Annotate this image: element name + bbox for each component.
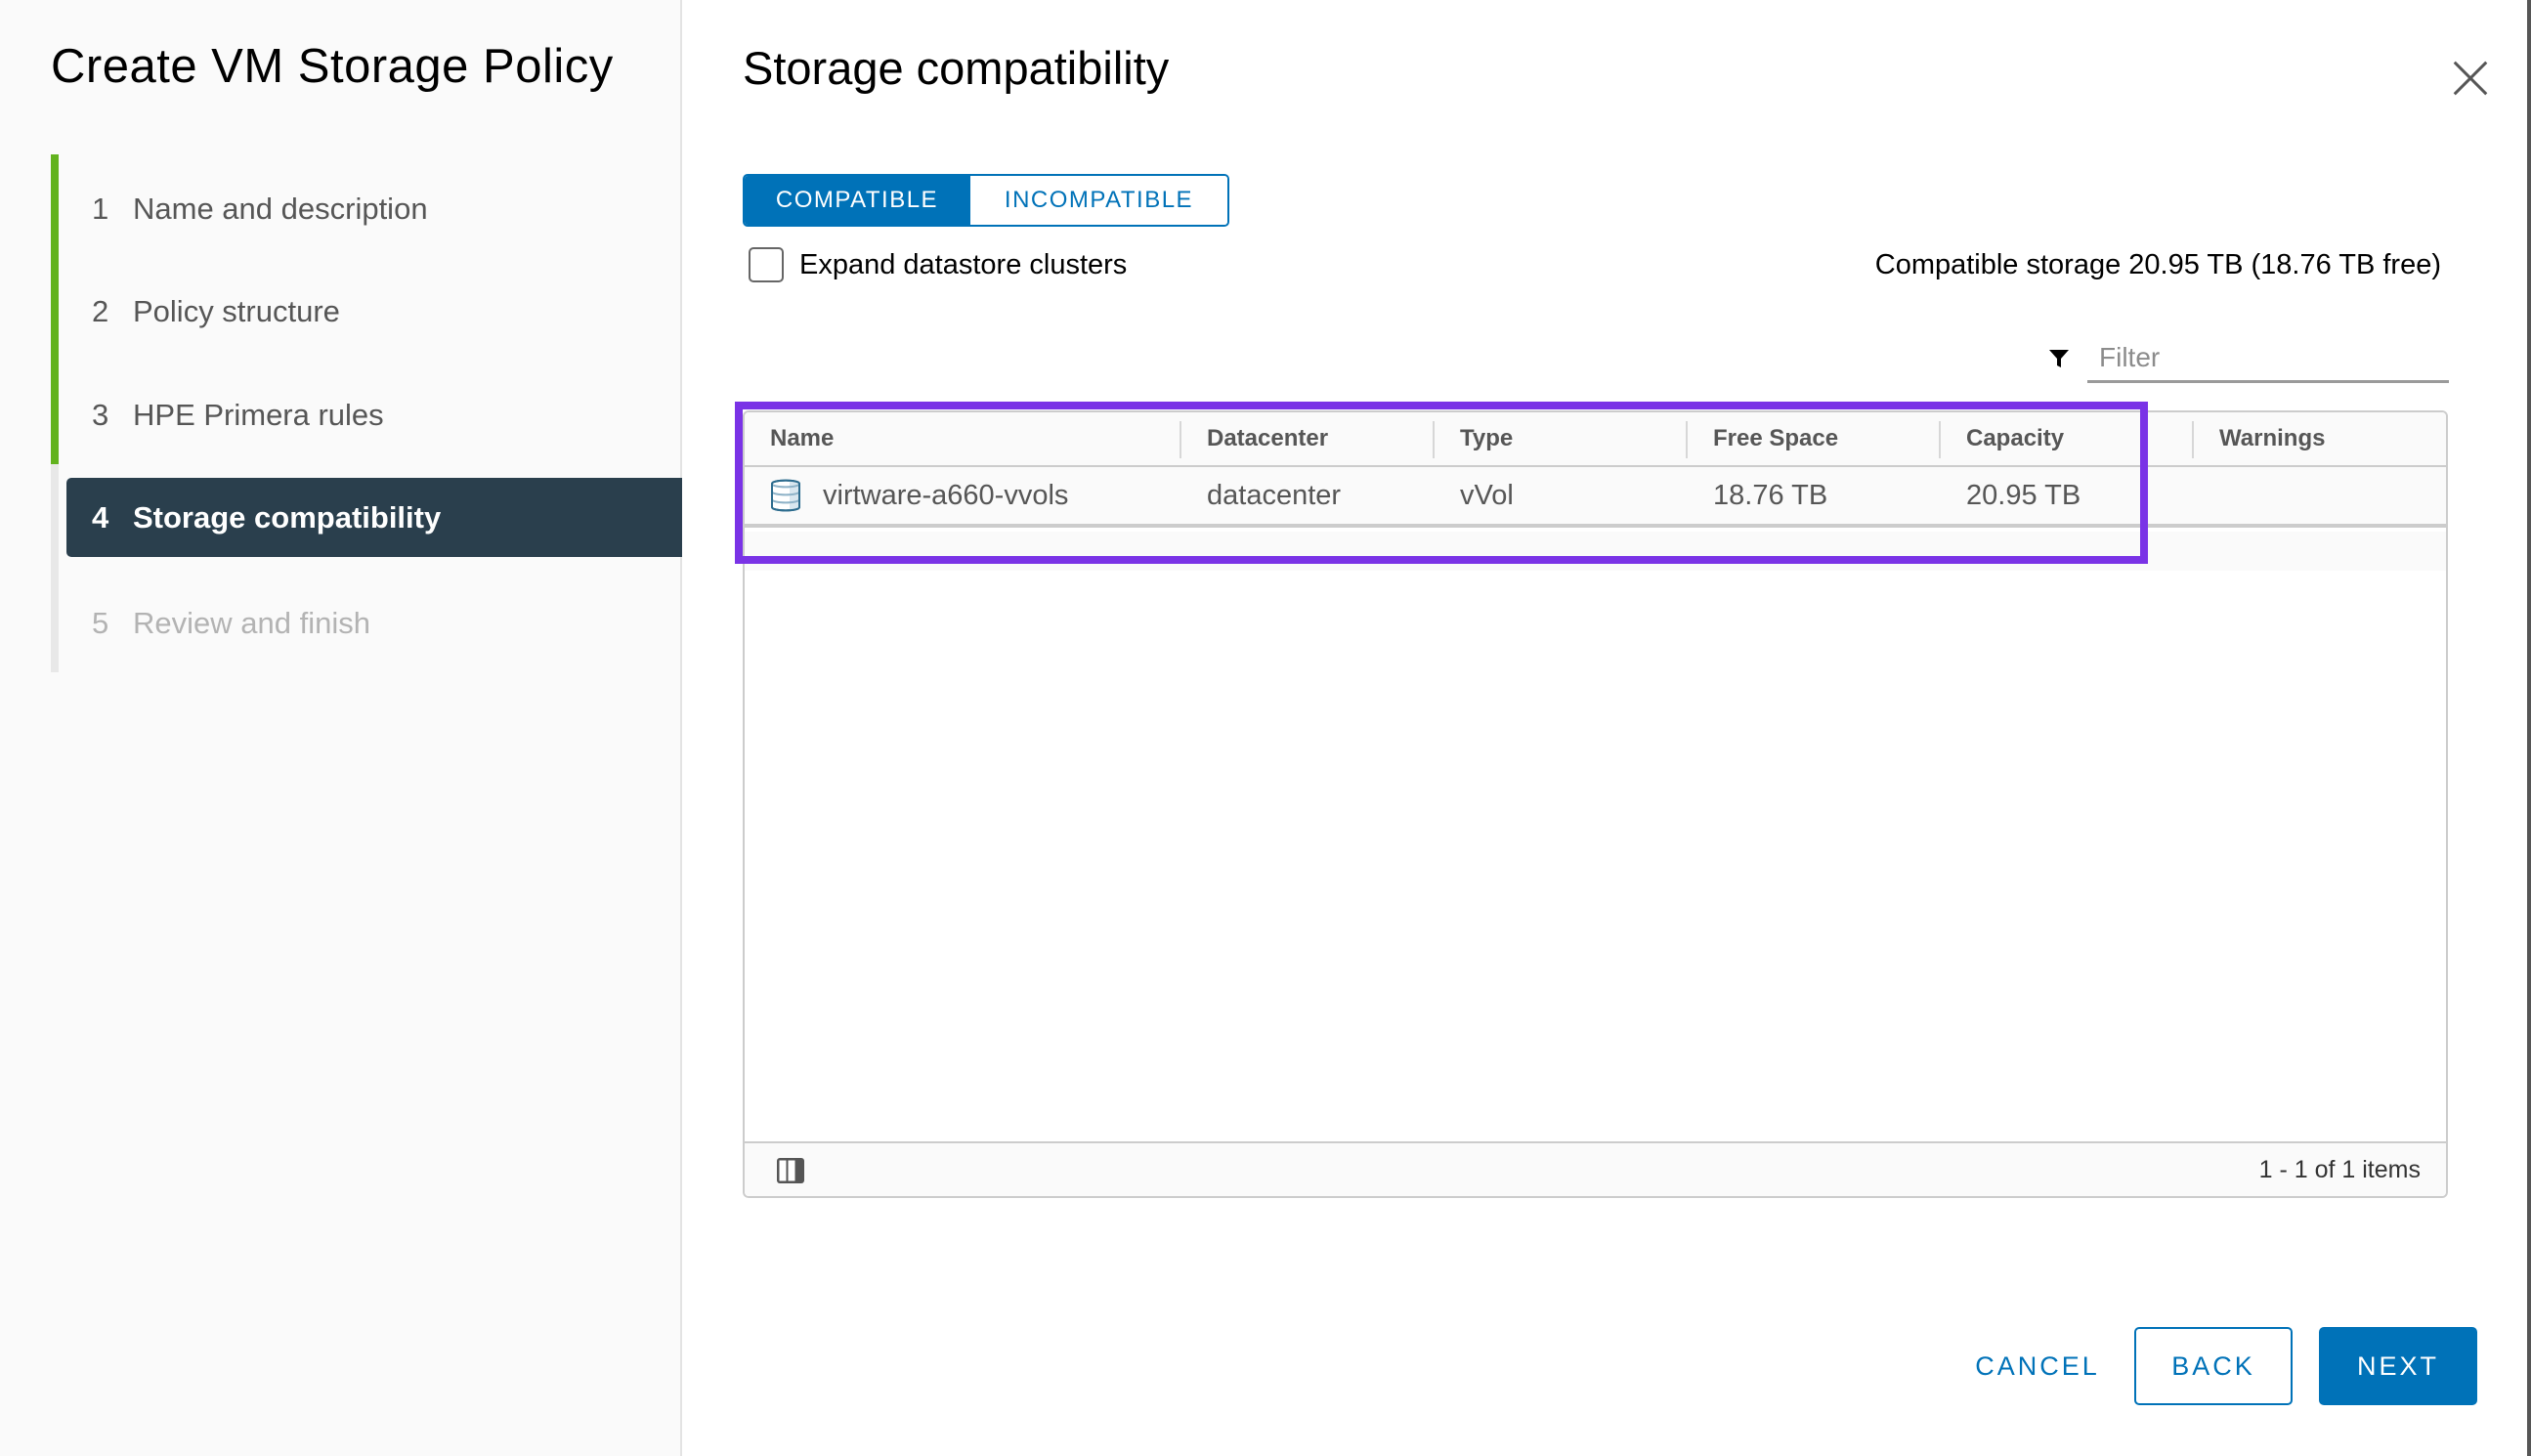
- cell-datacenter: datacenter: [1207, 479, 1342, 511]
- expand-datastore-clusters[interactable]: Expand datastore clusters: [749, 247, 1127, 282]
- wizard-step-hpe-primera-rules[interactable]: 3 HPE Primera rules: [66, 375, 682, 454]
- step-label: Policy structure: [133, 293, 340, 328]
- column-header-capacity[interactable]: Capacity: [1941, 412, 2064, 465]
- filter-input[interactable]: [2087, 334, 2449, 383]
- cell-free-space: 18.76 TB: [1713, 479, 1828, 511]
- column-toggle-icon[interactable]: [776, 1157, 805, 1184]
- step-number: 4: [92, 499, 109, 535]
- wizard-sidebar: Create VM Storage Policy 1 Name and desc…: [0, 0, 682, 1456]
- wizard-title: Create VM Storage Policy: [51, 40, 614, 93]
- step-progress-track: [51, 154, 59, 672]
- column-header-warnings[interactable]: Warnings: [2194, 412, 2325, 465]
- column-header-name[interactable]: Name: [745, 412, 834, 465]
- step-label: Storage compatibility: [133, 499, 442, 535]
- filter-box: [2048, 334, 2449, 383]
- column-header-datacenter[interactable]: Datacenter: [1181, 412, 1328, 465]
- wizard-step-name-and-description[interactable]: 1 Name and description: [66, 169, 682, 248]
- back-button[interactable]: BACK: [2134, 1327, 2293, 1405]
- cancel-button[interactable]: CANCEL: [1954, 1327, 2121, 1405]
- close-icon[interactable]: [2453, 61, 2488, 96]
- wizard-content: Storage compatibility COMPATIBLE INCOMPA…: [684, 0, 2531, 1456]
- step-number: 1: [92, 191, 109, 226]
- datastore-icon: [771, 479, 800, 512]
- step-number: 2: [92, 293, 109, 328]
- step-label: Name and description: [133, 191, 428, 226]
- wizard-step-review-and-finish: 5 Review and finish: [66, 583, 682, 663]
- compatibility-toggle: COMPATIBLE INCOMPATIBLE: [743, 174, 1229, 227]
- incompatible-tab[interactable]: INCOMPATIBLE: [969, 176, 1227, 225]
- cell-name: virtware-a660-vvols: [745, 467, 1068, 524]
- step-label: HPE Primera rules: [133, 397, 384, 432]
- cell-warnings: [2194, 467, 2219, 524]
- step-number: 3: [92, 397, 109, 432]
- datastore-grid: Name Datacenter Type Free Space Capacity…: [743, 410, 2448, 1198]
- step-number: 5: [92, 605, 109, 640]
- expand-datastore-clusters-checkbox[interactable]: [749, 247, 784, 282]
- wizard-step-storage-compatibility[interactable]: 4 Storage compatibility: [66, 478, 682, 557]
- step-label: Review and finish: [133, 605, 370, 640]
- expand-datastore-clusters-label: Expand datastore clusters: [799, 248, 1128, 280]
- compatible-tab[interactable]: COMPATIBLE: [745, 176, 969, 225]
- grid-footer: 1 - 1 of 1 items: [745, 1141, 2446, 1196]
- page-title: Storage compatibility: [743, 42, 1170, 94]
- table-row[interactable]: virtware-a660-vvols datacenter vVol 18.7…: [745, 467, 2446, 528]
- pagination-info: 1 - 1 of 1 items: [2258, 1155, 2421, 1183]
- step-progress-completed: [51, 154, 59, 464]
- datastore-name[interactable]: virtware-a660-vvols: [823, 480, 1068, 512]
- grid-header: Name Datacenter Type Free Space Capacity…: [745, 412, 2446, 467]
- column-header-free-space[interactable]: Free Space: [1688, 412, 1838, 465]
- column-header-type[interactable]: Type: [1435, 412, 1513, 465]
- compatible-storage-summary: Compatible storage 20.95 TB (18.76 TB fr…: [1874, 249, 2441, 280]
- cell-type: vVol: [1460, 479, 1514, 511]
- wizard-step-policy-structure[interactable]: 2 Policy structure: [66, 272, 682, 351]
- filter-icon[interactable]: [2048, 348, 2070, 369]
- cell-capacity: 20.95 TB: [1966, 479, 2081, 511]
- grid-scroll-spacer: [745, 532, 2446, 571]
- next-button[interactable]: NEXT: [2319, 1327, 2477, 1405]
